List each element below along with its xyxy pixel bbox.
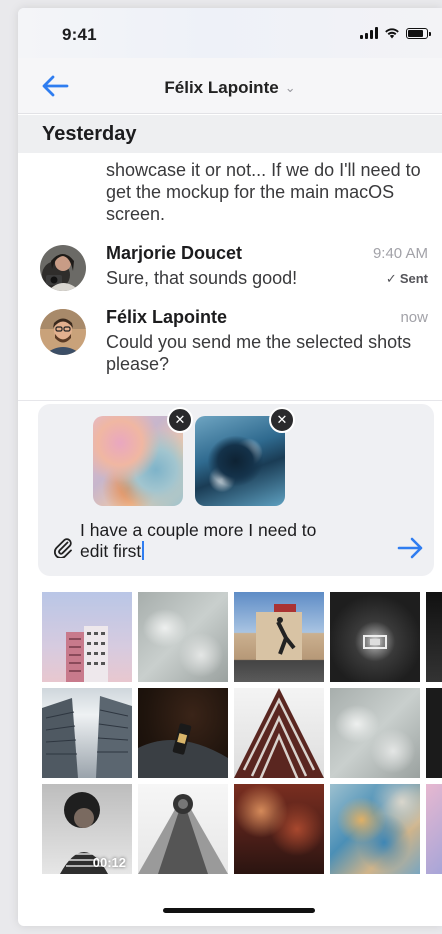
message-item[interactable]: Félix Lapointe now Could you send me the… <box>40 307 436 387</box>
section-title: Yesterday <box>42 123 137 145</box>
text-caret <box>142 541 145 560</box>
attachment-thumbnail[interactable] <box>93 416 183 506</box>
photo-thumbnail[interactable] <box>138 784 228 874</box>
video-duration: 00:12 <box>92 855 126 870</box>
send-arrow-icon[interactable] <box>396 536 424 560</box>
date-section-header: Yesterday <box>18 115 442 153</box>
photo-thumbnail[interactable] <box>426 688 442 778</box>
signal-icon <box>360 27 378 39</box>
message-composer[interactable]: ✕ ✕ I have a couple more I need to edit … <box>38 404 434 576</box>
status-time: 9:41 <box>62 25 97 44</box>
photo-thumbnail[interactable] <box>234 688 324 778</box>
photo-thumbnail[interactable] <box>330 592 420 682</box>
message-text: Sure, that sounds good! <box>106 268 298 288</box>
message-status: ✓ Sent <box>386 271 428 287</box>
photo-thumbnail[interactable] <box>138 688 228 778</box>
avatar[interactable] <box>40 245 86 291</box>
photo-thumbnail[interactable] <box>234 592 324 682</box>
message-input-text: I have a couple more I need to edit firs… <box>80 520 317 561</box>
wifi-icon <box>385 28 399 39</box>
phone-screen: 9:41 Félix Lapointe ⌄ Yesterday showcase… <box>18 8 442 926</box>
message-list[interactable]: showcase it or not... If we do I'll need… <box>18 153 442 401</box>
photo-thumbnail[interactable] <box>330 688 420 778</box>
message-text-partial: showcase it or not... If we do I'll need… <box>106 160 421 224</box>
message-status-label: Sent <box>399 271 428 286</box>
navigation-bar: Félix Lapointe ⌄ <box>18 58 442 114</box>
battery-fill <box>408 29 424 37</box>
home-indicator[interactable] <box>163 908 315 913</box>
paperclip-icon[interactable] <box>52 536 74 558</box>
photo-thumbnail[interactable] <box>234 784 324 874</box>
chevron-down-icon: ⌄ <box>284 80 296 95</box>
photo-thumbnail[interactable] <box>138 592 228 682</box>
conversation-title-text: Félix Lapointe <box>164 78 279 97</box>
conversation-title[interactable]: Félix Lapointe ⌄ <box>18 78 442 98</box>
photo-thumbnail[interactable] <box>42 592 132 682</box>
attachment-thumbnail[interactable] <box>195 416 285 506</box>
avatar[interactable] <box>40 309 86 355</box>
status-bar: 9:41 <box>18 8 442 58</box>
photo-thumbnail[interactable] <box>426 784 442 874</box>
message-input[interactable]: I have a couple more I need to edit firs… <box>80 520 340 562</box>
message-sender: Marjorie Doucet <box>106 243 243 263</box>
message-text: Could you send me the selected shots ple… <box>106 332 412 374</box>
remove-attachment-button[interactable]: ✕ <box>167 407 193 433</box>
message-time: 9:40 AM <box>372 245 428 262</box>
photo-thumbnail[interactable] <box>426 592 442 682</box>
message-time: now <box>400 309 428 326</box>
photo-thumbnail[interactable] <box>330 784 420 874</box>
remove-attachment-button[interactable]: ✕ <box>269 407 295 433</box>
message-sender: Félix Lapointe <box>106 307 228 327</box>
video-thumbnail[interactable]: 00:12 <box>42 784 132 874</box>
checkmark-icon: ✓ <box>385 271 397 286</box>
battery-icon <box>406 27 431 39</box>
status-icons <box>360 27 431 39</box>
photo-thumbnail[interactable] <box>42 688 132 778</box>
